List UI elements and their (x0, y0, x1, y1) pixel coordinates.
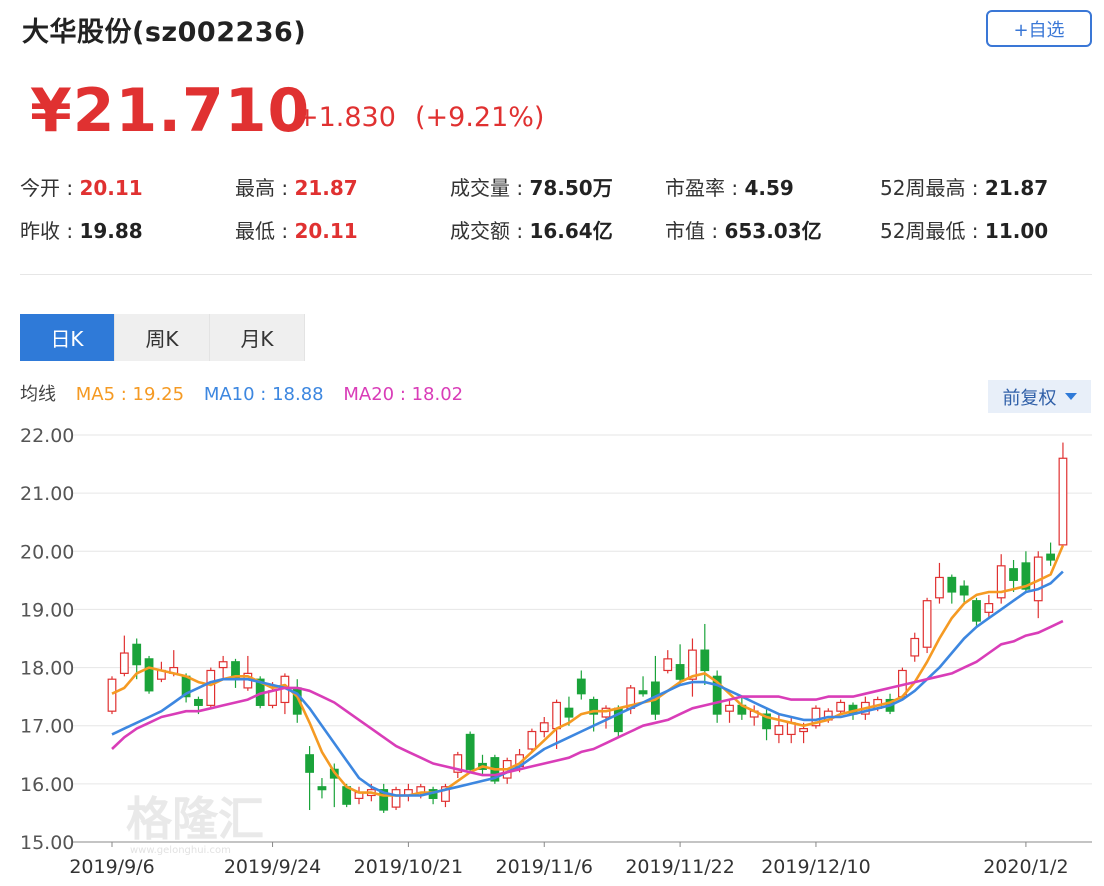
x-tick-label: 2019/9/6 (69, 856, 154, 878)
candle-body (305, 754, 314, 773)
candle-body (268, 690, 277, 706)
candle-body (638, 690, 648, 695)
candle-body (935, 576, 944, 599)
candle-body (564, 707, 574, 718)
candle-body (700, 649, 710, 672)
y-tick-label: 22.00 (20, 425, 74, 447)
y-tick-label: 20.00 (20, 541, 74, 563)
x-tick-label: 2020/1/2 (983, 856, 1068, 878)
kline-chart: 22.00 21.00 20.00 19.00 18.00 17.00 16.00 15.00… (20, 425, 1092, 878)
candle-body (132, 643, 142, 666)
x-tick-label: 2019/11/22 (625, 856, 735, 878)
x-tick-label: 2019/11/6 (496, 856, 593, 878)
ma10-line (111, 570, 1064, 797)
candle-body (675, 664, 685, 680)
candle-body (984, 603, 994, 613)
y-tick-label: 15.00 (20, 832, 74, 854)
candle-body (922, 600, 932, 648)
candle-body (799, 728, 808, 733)
y-tick-label: 16.00 (20, 774, 74, 796)
ma20-line (111, 619, 1064, 777)
candle-body (144, 658, 154, 692)
ma5-line (111, 544, 1065, 797)
candle-body (119, 652, 129, 674)
candle-body (1046, 553, 1056, 561)
candle-body (194, 698, 203, 706)
y-tick-label: 18.00 (20, 658, 74, 680)
candle-body (107, 678, 117, 712)
candle-body (947, 576, 957, 593)
candle-body (206, 669, 216, 706)
candle-body (836, 701, 846, 712)
candle-body (391, 789, 401, 808)
candle-body (972, 600, 981, 622)
candle-body (959, 585, 969, 596)
candle-body (725, 704, 734, 712)
y-tick-label: 17.00 (20, 716, 74, 738)
candle-body (317, 786, 327, 791)
candle-body (663, 658, 673, 672)
candle-body (218, 661, 228, 669)
candle-body (539, 722, 549, 733)
candle-body (1058, 457, 1068, 546)
watermark-logo: 格隆汇 (126, 792, 264, 846)
y-tick-label: 21.00 (20, 483, 74, 505)
y-tick-label: 19.00 (20, 599, 74, 621)
x-tick-label: 2019/12/10 (761, 856, 871, 878)
candle-body (465, 733, 475, 770)
x-tick-label: 2019/10/21 (354, 856, 464, 878)
candle-body (527, 730, 537, 750)
candle-body (774, 725, 784, 736)
watermark-url: www.gelonghui.com (130, 845, 231, 856)
candle-body (910, 637, 920, 657)
x-tick-label: 2019/9/24 (224, 856, 321, 878)
candle-body (576, 678, 586, 695)
candle-body (1009, 568, 1018, 581)
candle-body (552, 701, 561, 730)
